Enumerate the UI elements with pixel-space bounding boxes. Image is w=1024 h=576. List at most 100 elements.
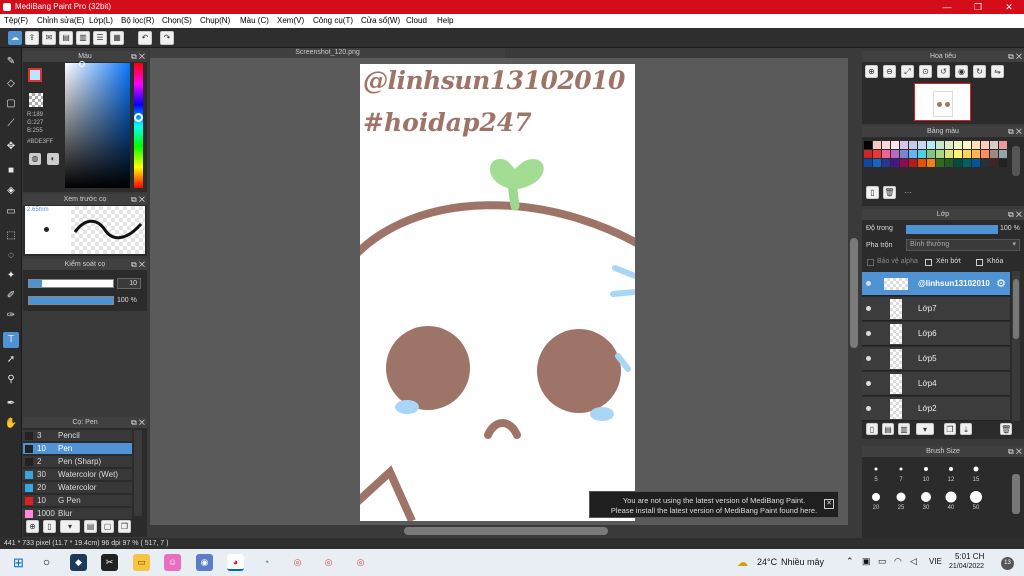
menu-file[interactable]: Tệp(F) bbox=[4, 16, 28, 25]
restore-button[interactable]: ❐ bbox=[963, 0, 993, 14]
select-pen-icon[interactable]: ✐ bbox=[3, 288, 19, 304]
palette-swatch[interactable] bbox=[954, 150, 962, 158]
eye-icon[interactable] bbox=[866, 406, 871, 411]
app-icon-capcut[interactable]: ✂ bbox=[101, 554, 118, 571]
fit-icon[interactable]: ⤢ bbox=[901, 65, 914, 78]
palette-swatch[interactable] bbox=[999, 159, 1007, 167]
menu-help[interactable]: Help bbox=[437, 16, 453, 25]
color-square[interactable] bbox=[65, 61, 130, 188]
brush-size-option[interactable]: 25 bbox=[889, 487, 913, 511]
palette-swatch[interactable] bbox=[864, 159, 872, 167]
hand-tool-icon[interactable]: ✋ bbox=[3, 416, 19, 432]
panel-close-icon[interactable]: ⧉ ✕ bbox=[1008, 446, 1022, 457]
brush-size-option[interactable]: 15 bbox=[964, 459, 988, 483]
search-icon[interactable]: ○ bbox=[38, 554, 55, 571]
palette-swatch[interactable] bbox=[918, 150, 926, 158]
panel-close-icon[interactable]: ⧉ ✕ bbox=[131, 194, 145, 205]
palette-delete-icon[interactable]: 🗑 bbox=[883, 186, 896, 199]
navigator-thumbnail[interactable] bbox=[914, 83, 971, 121]
menu-select[interactable]: Chọn(S) bbox=[162, 16, 192, 25]
layer-row[interactable]: Lớp4 bbox=[862, 372, 1010, 396]
menu-cloud[interactable]: Cloud bbox=[406, 16, 427, 25]
menu-capture[interactable]: Chụp(N) bbox=[200, 16, 230, 25]
operation-tool-icon[interactable]: ➚ bbox=[3, 352, 19, 368]
rotate-right-icon[interactable]: ↻ bbox=[973, 65, 986, 78]
palette-icon[interactable]: ◍ bbox=[29, 153, 41, 165]
brush-menu-icon[interactable]: ▾ bbox=[60, 520, 80, 533]
palette-swatch[interactable] bbox=[927, 141, 935, 149]
transparent-swatch[interactable] bbox=[29, 93, 43, 107]
stroke-tool-icon[interactable]: ⟋ bbox=[3, 116, 19, 132]
brush-item[interactable]: 3 Pencil bbox=[23, 430, 132, 442]
brush-size-option[interactable]: 20 bbox=[864, 487, 888, 511]
new-8bit-layer-icon[interactable]: ▥ bbox=[898, 423, 910, 435]
page-icon[interactable]: ▥ bbox=[76, 31, 90, 45]
language-indicator[interactable]: VIE bbox=[929, 557, 942, 566]
palette-swatch[interactable] bbox=[936, 150, 944, 158]
brush-size-option[interactable]: 40 bbox=[939, 487, 963, 511]
reset-rotate-icon[interactable]: ◉ bbox=[955, 65, 968, 78]
redo-icon[interactable]: ↷ bbox=[160, 31, 174, 45]
move-tool-icon[interactable]: ✥ bbox=[3, 139, 19, 155]
zoom-in-icon[interactable]: ⊕ bbox=[865, 65, 878, 78]
menu-color[interactable]: Màu (C) bbox=[240, 16, 269, 25]
cloud-icon[interactable]: ☁ bbox=[8, 31, 22, 45]
brush-opacity-slider[interactable] bbox=[28, 296, 114, 305]
palette-swatch[interactable] bbox=[990, 150, 998, 158]
magic-wand-icon[interactable]: ✦ bbox=[3, 268, 19, 284]
notification-line2[interactable]: Please install the latest version of Med… bbox=[590, 506, 838, 516]
hue-slider[interactable] bbox=[134, 63, 143, 188]
brush-size-option[interactable]: 30 bbox=[914, 487, 938, 511]
brush-size-slider[interactable] bbox=[28, 279, 114, 288]
minimize-button[interactable]: — bbox=[932, 0, 962, 14]
wifi-icon[interactable]: ◠ bbox=[894, 556, 902, 567]
palette-swatch[interactable] bbox=[999, 150, 1007, 158]
brush-list-scrollbar[interactable] bbox=[134, 430, 142, 516]
canvas-horizontal-scrollbar[interactable] bbox=[150, 525, 860, 537]
new-brush-icon[interactable]: ▯ bbox=[43, 520, 56, 533]
weather-icon[interactable]: ☁ bbox=[737, 556, 748, 569]
brush-size-scrollbar[interactable] bbox=[1012, 474, 1020, 514]
panel-close-icon[interactable]: ⧉ ✕ bbox=[131, 417, 145, 428]
brush-tool-icon[interactable]: ✎ bbox=[3, 54, 19, 70]
grid-icon[interactable]: ▦ bbox=[110, 31, 124, 45]
palette-swatch[interactable] bbox=[873, 141, 881, 149]
undo-icon[interactable]: ↶ bbox=[138, 31, 152, 45]
palette-more[interactable]: ··· bbox=[904, 188, 912, 197]
palette-swatch[interactable] bbox=[963, 141, 971, 149]
palette-swatch[interactable] bbox=[963, 150, 971, 158]
eye-icon[interactable] bbox=[866, 281, 871, 286]
palette-swatch[interactable] bbox=[873, 159, 881, 167]
drawing-canvas[interactable]: @linhsun13102010 #hoidap247 bbox=[360, 64, 635, 521]
palette-swatch[interactable] bbox=[900, 150, 908, 158]
layer-scrollbar[interactable] bbox=[1012, 271, 1020, 421]
panel-close-icon[interactable]: ⧉ ✕ bbox=[1008, 51, 1022, 62]
panel-close-icon[interactable]: ⧉ ✕ bbox=[1008, 126, 1022, 137]
update-notification[interactable]: You are not using the latest version of … bbox=[589, 491, 839, 518]
lasso-tool-icon[interactable]: ◌ bbox=[3, 248, 19, 264]
add-brush-icon[interactable]: ⊕ bbox=[26, 520, 39, 533]
app-icon-1[interactable]: ◆ bbox=[70, 554, 87, 571]
app-icon-green[interactable]: ◔ bbox=[258, 554, 275, 571]
layer-row[interactable]: Lớp6 bbox=[862, 322, 1010, 346]
panel-close-icon[interactable]: ⧉ ✕ bbox=[131, 51, 145, 62]
layer-menu-icon[interactable]: ▾ bbox=[916, 423, 934, 435]
chrome-icon-2[interactable]: ◎ bbox=[320, 554, 337, 571]
eye-icon[interactable] bbox=[866, 356, 871, 361]
eye-icon[interactable] bbox=[866, 331, 871, 336]
palette-swatch[interactable] bbox=[990, 141, 998, 149]
new-layer-icon[interactable]: ▯ bbox=[866, 423, 878, 435]
tray-battery-icon[interactable]: ▭ bbox=[878, 556, 887, 567]
palette-swatch[interactable] bbox=[981, 150, 989, 158]
brush-item[interactable]: 10 G Pen bbox=[23, 495, 132, 507]
volume-icon[interactable]: ◁ bbox=[910, 556, 917, 567]
rotate-left-icon[interactable]: ↺ bbox=[937, 65, 950, 78]
start-icon[interactable]: ⊞ bbox=[10, 554, 27, 571]
palette-swatch[interactable] bbox=[882, 159, 890, 167]
layer-row[interactable]: Lớp7 bbox=[862, 297, 1010, 321]
menu-window[interactable]: Cửa sổ(W) bbox=[361, 16, 400, 25]
panel-close-icon[interactable]: ⧉ ✕ bbox=[1008, 209, 1022, 220]
document-tab[interactable]: Screenshot_120.png bbox=[150, 48, 505, 58]
merge-layer-icon[interactable]: ⤓ bbox=[960, 423, 972, 435]
flip-icon[interactable]: ⇋ bbox=[991, 65, 1004, 78]
